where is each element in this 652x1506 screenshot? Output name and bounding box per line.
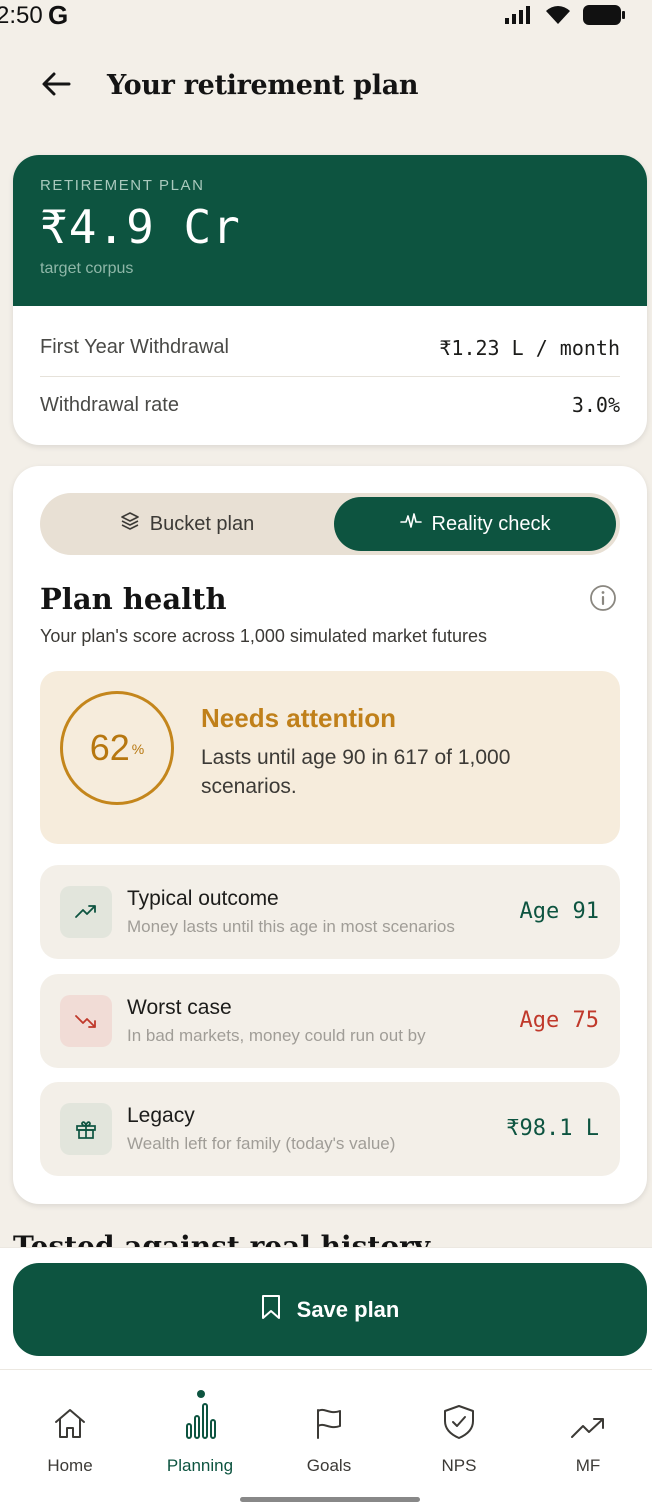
google-badge: G <box>48 0 69 30</box>
status-time: 2:50 <box>0 2 43 29</box>
save-plan-label: Save plan <box>296 1296 400 1322</box>
metric-value: Age 75 <box>519 1008 599 1033</box>
target-corpus-label: target corpus <box>40 260 134 277</box>
first-year-withdrawal-row: First Year Withdrawal ₹1.23 L / month <box>40 319 620 376</box>
nav-label: MF <box>575 1456 601 1475</box>
summary-header: RETIREMENT PLAN ₹4.9 Cr target corpus <box>13 155 647 306</box>
summary-rows: First Year Withdrawal ₹1.23 L / month Wi… <box>13 306 647 433</box>
nav-item-mf[interactable]: MF <box>538 1390 638 1480</box>
retirement-summary-card: RETIREMENT PLAN ₹4.9 Cr target corpus Fi… <box>13 155 647 445</box>
bookmark-icon <box>261 1294 281 1326</box>
nav-label: Goals <box>306 1456 352 1475</box>
nav-label: Home <box>47 1456 93 1475</box>
tab-bucket-plan[interactable]: Bucket plan <box>44 497 330 551</box>
page-title: Your retirement plan <box>107 70 419 101</box>
arrow-left-icon <box>41 71 71 102</box>
summary-row-value: 3.0% <box>571 393 620 417</box>
nav-label: Planning <box>166 1456 234 1475</box>
summary-row-label: Withdrawal rate <box>40 393 179 416</box>
metric-subtitle: Wealth left for family (today's value) <box>127 1134 396 1153</box>
metric-value: ₹98.1 L <box>506 1116 599 1141</box>
flag-icon <box>312 1390 346 1440</box>
metric-subtitle: Money lasts until this age in most scena… <box>127 917 455 936</box>
summary-row-label: First Year Withdrawal <box>40 336 229 358</box>
metric-worst-case: Worst case In bad markets, money could r… <box>40 974 620 1068</box>
score-unit: % <box>131 740 145 757</box>
back-button[interactable] <box>34 68 78 104</box>
app-header: Your retirement plan <box>0 60 652 116</box>
save-bar: Save plan <box>0 1247 652 1369</box>
score-ring: 62% <box>60 691 174 805</box>
view-toggle: Bucket plan Reality check <box>40 493 620 555</box>
nav-item-goals[interactable]: Goals <box>279 1390 379 1480</box>
bottom-nav: Home Planning Goals NPS MF <box>0 1369 652 1506</box>
gift-icon <box>60 1103 112 1155</box>
metric-legacy: Legacy Wealth left for family (today's v… <box>40 1082 620 1176</box>
plan-health-title: Plan health <box>40 582 227 616</box>
save-plan-button[interactable]: Save plan <box>13 1263 647 1356</box>
nav-item-nps[interactable]: NPS <box>409 1390 509 1480</box>
tab-reality-check[interactable]: Reality check <box>334 497 616 551</box>
home-icon <box>52 1390 88 1440</box>
bar-chart-icon <box>182 1390 218 1440</box>
layers-icon <box>120 511 140 537</box>
metric-title: Legacy <box>127 1104 195 1127</box>
wifi-icon <box>544 4 572 31</box>
battery-icon <box>582 4 626 31</box>
plan-health-subtitle: Your plan's score across 1,000 simulated… <box>40 626 487 646</box>
history-section-heading: Tested against real history <box>13 1228 652 1248</box>
trending-up-icon <box>570 1390 606 1440</box>
metric-title: Worst case <box>127 996 232 1019</box>
metric-subtitle: In bad markets, money could run out by <box>127 1026 426 1045</box>
tab-label: Reality check <box>431 512 551 535</box>
pulse-icon <box>399 511 422 537</box>
metric-value: Age 91 <box>519 899 599 924</box>
trending-down-icon <box>60 995 112 1047</box>
nav-label: NPS <box>441 1456 477 1475</box>
history-section-title: Tested against real history <box>13 1230 431 1248</box>
home-indicator[interactable] <box>240 1497 420 1502</box>
plan-detail-card: Bucket plan Reality check Plan health Yo… <box>13 466 647 1204</box>
score-value: 62 <box>89 727 130 768</box>
status-icons <box>504 4 626 31</box>
summary-eyebrow: RETIREMENT PLAN <box>40 177 205 194</box>
nav-item-home[interactable]: Home <box>20 1390 120 1480</box>
withdrawal-rate-row: Withdrawal rate 3.0% <box>40 376 620 433</box>
score-status: Needs attention <box>201 703 397 733</box>
tab-label: Bucket plan <box>149 512 255 535</box>
signal-icon <box>504 5 534 30</box>
summary-row-value: ₹1.23 L / month <box>439 335 620 360</box>
trending-up-icon <box>60 886 112 938</box>
metric-title: Typical outcome <box>127 887 279 910</box>
nav-item-planning[interactable]: Planning <box>150 1390 250 1480</box>
info-icon[interactable] <box>589 584 617 612</box>
metric-typical-outcome: Typical outcome Money lasts until this a… <box>40 865 620 959</box>
score-description: Lasts until age 90 in 617 of 1,000 scena… <box>201 746 511 798</box>
shield-check-icon <box>442 1390 476 1440</box>
status-bar: 2:50 G <box>0 0 652 34</box>
target-corpus-amount: ₹4.9 Cr <box>40 200 241 254</box>
plan-score-panel: 62% Needs attention Lasts until age 90 i… <box>40 671 620 844</box>
